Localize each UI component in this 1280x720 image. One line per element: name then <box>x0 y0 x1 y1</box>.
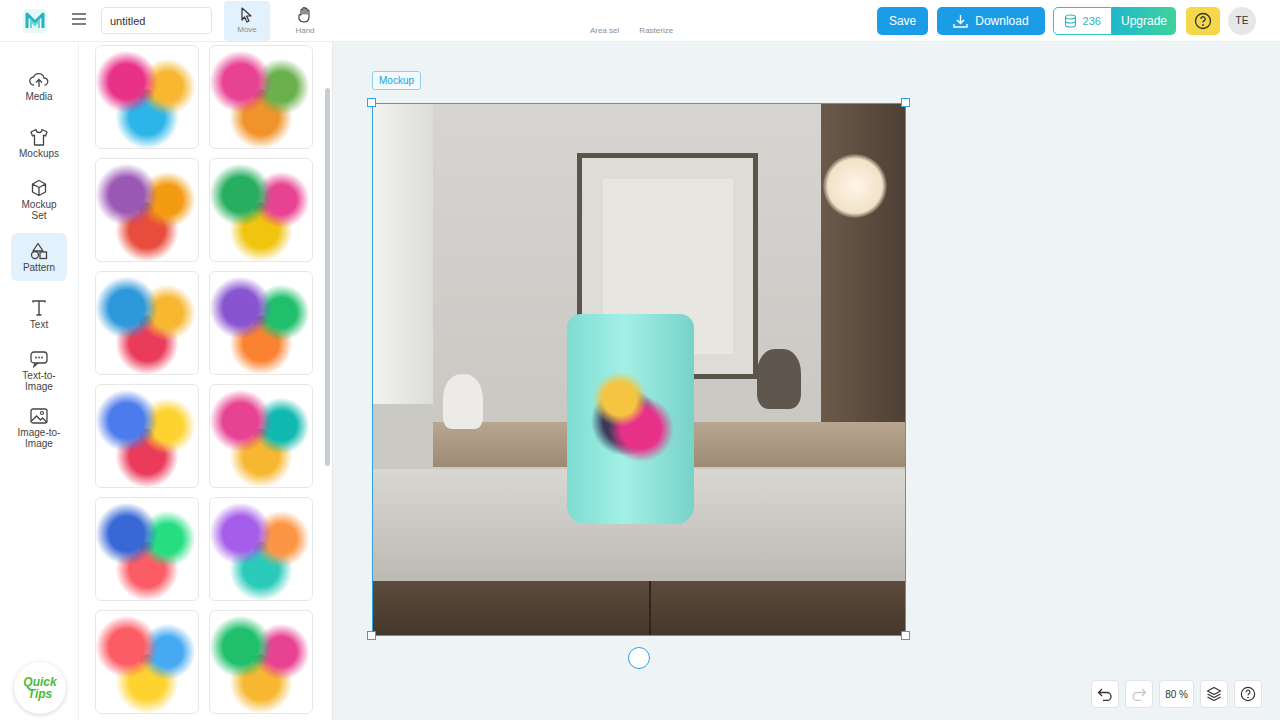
cursor-icon <box>239 7 255 23</box>
sidebar-label: Text <box>30 319 48 330</box>
sidebar-item[interactable]: Media <box>11 62 67 110</box>
mockup-label: Mockup <box>372 71 421 90</box>
rotate-handle[interactable] <box>628 647 650 669</box>
sidebar-label: Media <box>25 91 52 102</box>
action-button[interactable]: Rasterize <box>639 26 673 35</box>
chat-icon <box>29 350 49 368</box>
upgrade-button[interactable]: Upgrade <box>1112 7 1176 35</box>
tool-label: Move <box>237 25 257 34</box>
pattern-thumbnail[interactable] <box>95 610 199 714</box>
help-button[interactable] <box>1234 680 1262 708</box>
tool-actions: Area sel Rasterize <box>590 26 673 41</box>
mockup-frame[interactable] <box>372 103 906 636</box>
sidebar-label: Mockups <box>19 148 59 159</box>
pattern-thumbnail[interactable] <box>209 610 313 714</box>
sidebar-label: Pattern <box>23 262 55 273</box>
logo-icon[interactable] <box>22 8 48 34</box>
quick-tips-button[interactable]: Quick Tips <box>14 662 66 714</box>
credits-value: 236 <box>1083 15 1101 27</box>
sidebar-item[interactable]: Text-to-Image <box>11 347 67 395</box>
save-button[interactable]: Save <box>877 7 928 35</box>
resize-handle[interactable] <box>367 98 376 107</box>
sidebar-label: Mockup Set <box>13 199 65 221</box>
layers-icon <box>1206 686 1222 702</box>
file-name-input[interactable] <box>101 7 212 34</box>
redo-icon <box>1131 687 1147 701</box>
pattern-thumbnail[interactable] <box>209 497 313 601</box>
tool-button[interactable]: Move <box>224 1 270 41</box>
pattern-thumbnail[interactable] <box>95 158 199 262</box>
layers-button[interactable] <box>1200 680 1228 708</box>
workspace: Media Mockups Mockup Set Pattern Text Text-to… <box>0 42 1280 720</box>
scrollbar-thumb[interactable] <box>325 88 330 466</box>
tool-button[interactable]: Hand <box>282 1 328 41</box>
pattern-panel <box>79 42 333 720</box>
scrollbar[interactable] <box>325 42 330 720</box>
bottom-toolbar: 80 % <box>1091 680 1262 708</box>
pattern-thumbnail[interactable] <box>95 497 199 601</box>
undo-button[interactable] <box>1091 680 1119 708</box>
mockup-photo <box>373 104 905 635</box>
help-button[interactable] <box>1186 7 1220 35</box>
cube-icon <box>30 179 48 197</box>
user-avatar[interactable]: TE <box>1228 7 1256 35</box>
pattern-thumbnail[interactable] <box>209 45 313 149</box>
sidebar: Media Mockups Mockup Set Pattern Text Text-to… <box>0 42 79 720</box>
pattern-thumbnail[interactable] <box>95 45 199 149</box>
pattern-thumbnail[interactable] <box>209 158 313 262</box>
action-button[interactable]: Area sel <box>590 26 619 35</box>
hand-icon <box>296 6 314 24</box>
image-icon <box>29 407 49 425</box>
sidebar-label: Text-to-Image <box>13 370 65 392</box>
shapes-icon <box>29 242 49 260</box>
menu-icon[interactable] <box>72 13 88 29</box>
download-button[interactable]: Download <box>937 7 1044 35</box>
text-icon <box>30 299 48 317</box>
pattern-thumbnail[interactable] <box>209 271 313 375</box>
download-label: Download <box>975 14 1028 28</box>
tool-label: Hand <box>295 26 314 35</box>
pattern-thumbnail[interactable] <box>209 384 313 488</box>
sidebar-item[interactable]: Image-to-Image <box>11 404 67 452</box>
sidebar-item[interactable]: Pattern <box>11 233 67 281</box>
credits-counter: 236 <box>1053 7 1112 35</box>
pattern-thumbnail[interactable] <box>95 271 199 375</box>
undo-icon <box>1097 687 1113 701</box>
resize-handle[interactable] <box>901 98 910 107</box>
pattern-thumbnail[interactable] <box>95 384 199 488</box>
shirt-icon <box>29 128 49 146</box>
help-icon <box>1240 686 1256 702</box>
zoom-level[interactable]: 80 % <box>1159 680 1194 708</box>
coins-icon <box>1064 14 1077 28</box>
upload-icon <box>29 71 49 89</box>
canvas-area: Mockup 80 % <box>333 42 1280 720</box>
resize-handle[interactable] <box>901 631 910 640</box>
sidebar-label: Image-to-Image <box>13 427 65 449</box>
top-bar: Move Hand Area sel Rasterize Save Download 236… <box>0 0 1280 42</box>
help-icon <box>1194 12 1212 30</box>
sidebar-item[interactable]: Mockup Set <box>11 176 67 224</box>
sidebar-item[interactable]: Text <box>11 290 67 338</box>
download-icon <box>953 14 968 28</box>
sidebar-item[interactable]: Mockups <box>11 119 67 167</box>
resize-handle[interactable] <box>367 631 376 640</box>
redo-button[interactable] <box>1125 680 1153 708</box>
quick-tips-label: Quick Tips <box>21 676 59 700</box>
pattern-grid <box>79 42 332 720</box>
